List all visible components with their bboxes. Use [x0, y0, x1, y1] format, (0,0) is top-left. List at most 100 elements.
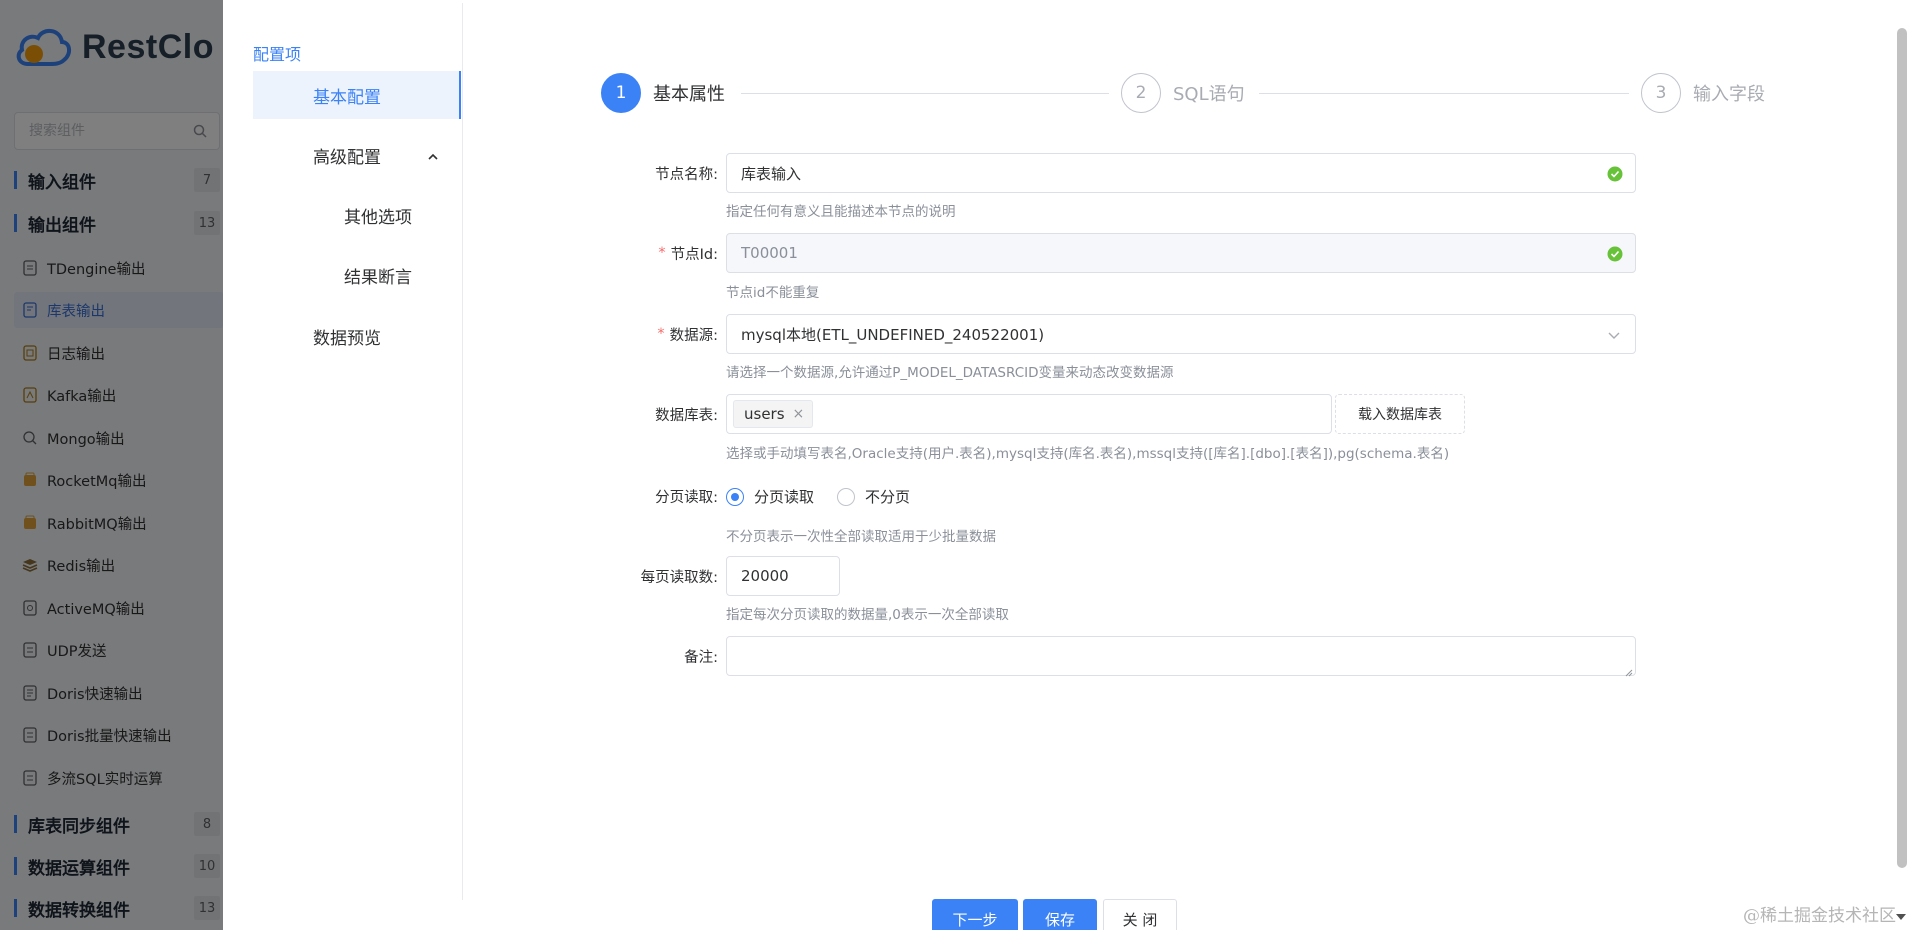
table-tag: users × — [733, 400, 814, 428]
chevron-up-icon[interactable] — [427, 148, 439, 160]
rabbitmq-icon — [22, 515, 38, 531]
table-output-icon — [22, 302, 38, 318]
config-nav: 配置项 基本配置 高级配置 其他选项 结果断言 数据预览 — [223, 3, 463, 900]
component-item-label: TDengine输出 — [47, 261, 146, 278]
radio-label: 不分页 — [865, 488, 911, 506]
step-label: SQL语句 — [1173, 84, 1245, 105]
db-table-select[interactable]: users × — [726, 394, 1332, 434]
resize-grip-icon[interactable] — [1625, 665, 1633, 677]
rocketmq-icon — [22, 472, 38, 488]
component-item[interactable]: UDP发送 — [14, 632, 223, 668]
group-label: 输出组件 — [28, 215, 96, 236]
component-item[interactable]: RocketMq输出 — [14, 462, 223, 498]
component-item[interactable]: 多流SQL实时运算 — [14, 760, 223, 796]
page-size-field[interactable] — [726, 556, 840, 596]
redis-icon — [22, 557, 38, 573]
close-icon[interactable]: × — [793, 406, 805, 422]
component-search-input[interactable] — [15, 113, 185, 149]
udp-icon — [22, 642, 38, 658]
steps-bar: 1 基本属性 2 SQL语句 3 输入字段 — [601, 73, 1910, 113]
group-count: 7 — [194, 168, 220, 192]
next-step-button[interactable]: 下一步 — [932, 899, 1018, 930]
component-item-label: RabbitMQ输出 — [47, 516, 147, 533]
required-mark: * — [658, 245, 666, 261]
config-nav-title: 配置项 — [253, 45, 302, 64]
nav-advanced-config[interactable]: 高级配置 — [253, 131, 461, 179]
node-id-hint: 节点id不能重复 — [726, 285, 820, 301]
step-basic-props[interactable]: 1 基本属性 — [601, 73, 725, 113]
nav-basic-config[interactable]: 基本配置 — [253, 71, 461, 119]
component-item-label: Mongo输出 — [47, 431, 125, 448]
search-icon[interactable] — [193, 124, 207, 138]
component-item[interactable]: ActiveMQ输出 — [14, 590, 223, 626]
nav-other-options[interactable]: 其他选项 — [253, 191, 461, 239]
chevron-down-icon[interactable] — [1607, 329, 1621, 339]
component-item[interactable]: Mongo输出 — [14, 420, 223, 456]
component-item-label: 日志输出 — [47, 346, 105, 363]
log-icon — [22, 345, 38, 361]
cloud-logo-icon — [14, 24, 72, 70]
table-tag-label: users — [744, 405, 785, 423]
component-search[interactable] — [14, 112, 220, 150]
sql-stream-icon — [22, 770, 38, 786]
vertical-scrollbar[interactable] — [1897, 28, 1907, 868]
component-item-label: Redis输出 — [47, 558, 116, 575]
component-item[interactable]: Redis输出 — [14, 547, 223, 583]
group-data-transform-components[interactable]: 数据转换组件 13 — [14, 896, 220, 921]
component-item-label: Kafka输出 — [47, 388, 117, 405]
nav-data-preview[interactable]: 数据预览 — [253, 312, 461, 360]
component-item[interactable]: 日志输出 — [14, 335, 223, 371]
radio-paging-on[interactable]: 分页读取 — [726, 486, 814, 507]
group-table-sync-components[interactable]: 库表同步组件 8 — [14, 812, 220, 837]
scroll-down-arrow-icon[interactable] — [1895, 910, 1907, 920]
kafka-icon — [22, 387, 38, 403]
step-connector — [1259, 93, 1629, 94]
app-sidebar: RestClo 输入组件 7 输出组件 13 TDengine输出 库表输出 日… — [0, 0, 223, 930]
step-number: 2 — [1121, 73, 1161, 113]
component-item[interactable]: RabbitMQ输出 — [14, 505, 223, 541]
group-marker — [14, 214, 17, 232]
component-item[interactable]: Doris快速输出 — [14, 675, 223, 711]
component-item[interactable]: Doris批量快速输出 — [14, 717, 223, 753]
node-name-input[interactable] — [727, 154, 1635, 192]
nav-result-assertion[interactable]: 结果断言 — [253, 251, 461, 299]
paging-hint: 不分页表示一次性全部读取适用于少批量数据 — [726, 529, 996, 545]
component-item-label: Doris批量快速输出 — [47, 728, 172, 745]
remark-textarea[interactable] — [726, 636, 1636, 677]
node-id-label: * 节点Id: — [658, 233, 718, 273]
mongo-icon — [22, 430, 38, 446]
node-name-label: 节点名称: — [655, 166, 718, 183]
component-item[interactable]: TDengine输出 — [14, 250, 223, 286]
component-item-label: UDP发送 — [47, 643, 107, 660]
datasource-hint: 请选择一个数据源,允许通过P_MODEL_DATASRCID变量来动态改变数据源 — [726, 365, 1174, 381]
activemq-icon — [22, 600, 38, 616]
node-id-input — [727, 234, 1635, 272]
doris-icon — [22, 685, 38, 701]
group-marker — [14, 899, 17, 917]
step-input-fields[interactable]: 3 输入字段 — [1641, 73, 1765, 113]
radio-dot-checked[interactable] — [726, 487, 744, 506]
document-icon — [22, 260, 38, 276]
step-sql[interactable]: 2 SQL语句 — [1121, 73, 1245, 113]
nav-item-label: 高级配置 — [313, 147, 381, 168]
check-circle-icon — [1607, 166, 1623, 182]
component-item-active[interactable]: 库表输出 — [14, 292, 223, 328]
nav-item-label: 基本配置 — [313, 87, 381, 108]
radio-paging-off[interactable]: 不分页 — [837, 486, 910, 507]
group-output-components[interactable]: 输出组件 13 — [14, 211, 220, 236]
component-item[interactable]: Kafka输出 — [14, 377, 223, 413]
group-label: 输入组件 — [28, 172, 96, 193]
radio-dot[interactable] — [837, 487, 855, 506]
page-size-input[interactable] — [727, 557, 839, 595]
component-item-label: ActiveMQ输出 — [47, 601, 145, 618]
node-id-field — [726, 233, 1636, 273]
step-number: 3 — [1641, 73, 1681, 113]
datasource-select[interactable]: mysql本地(ETL_UNDEFINED_240522001) — [726, 314, 1636, 354]
group-input-components[interactable]: 输入组件 7 — [14, 168, 220, 193]
step-connector — [741, 93, 1109, 94]
load-db-table-button[interactable]: 载入数据库表 — [1335, 394, 1465, 434]
group-data-compute-components[interactable]: 数据运算组件 10 — [14, 854, 220, 879]
close-button[interactable]: 关 闭 — [1103, 899, 1177, 930]
save-button[interactable]: 保存 — [1023, 899, 1097, 930]
node-name-field[interactable] — [726, 153, 1636, 193]
